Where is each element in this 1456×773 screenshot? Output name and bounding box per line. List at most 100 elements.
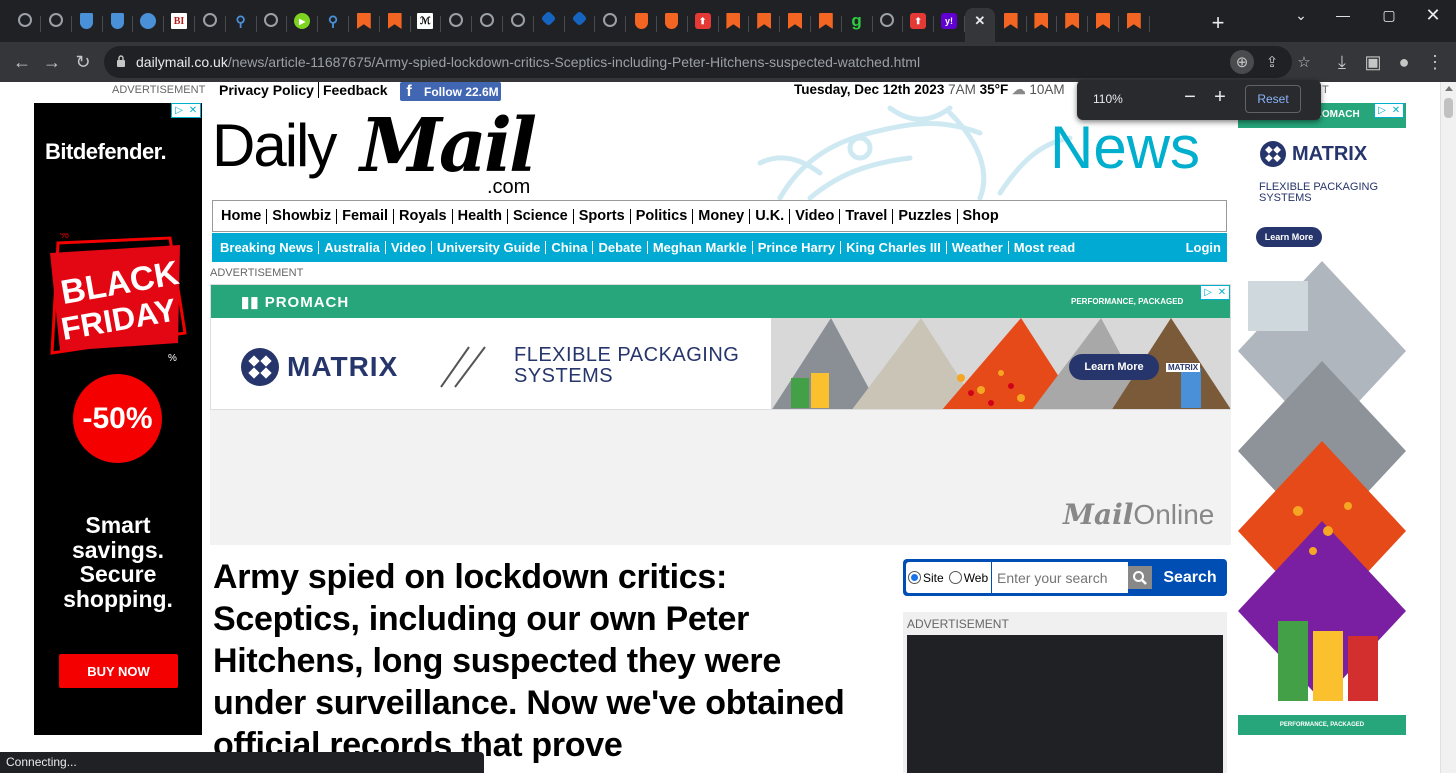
scroll-up-icon[interactable] <box>1445 86 1453 91</box>
sidebar-ad-video[interactable] <box>907 635 1223 773</box>
browser-tab[interactable] <box>441 8 473 42</box>
browser-tab[interactable] <box>1119 8 1150 42</box>
search-icon[interactable] <box>1128 566 1152 589</box>
zoom-icon[interactable]: ⊕ <box>1230 50 1254 74</box>
feedback-link[interactable]: Feedback <box>323 82 388 98</box>
browser-tab[interactable] <box>380 8 411 42</box>
share-icon[interactable]: ⇪ <box>1260 50 1284 74</box>
browser-tab[interactable] <box>72 8 103 42</box>
tab-search-chevron-icon[interactable]: ⌄ <box>1278 0 1324 30</box>
sub-nav-item[interactable]: Weather <box>947 241 1009 254</box>
sub-nav-item[interactable]: University Guide <box>432 241 547 254</box>
main-nav-item[interactable]: Showbiz <box>267 208 338 224</box>
browser-tab[interactable] <box>1026 8 1058 42</box>
main-nav-item[interactable]: Health <box>453 208 508 224</box>
browser-tab[interactable] <box>811 8 842 42</box>
side-panel-icon[interactable]: ▣ <box>1361 50 1385 74</box>
browser-tab[interactable]: ✕ <box>964 8 995 42</box>
learn-more-button[interactable]: Learn More <box>1069 354 1159 380</box>
browser-tab[interactable] <box>657 8 688 42</box>
browser-tab[interactable] <box>595 8 627 42</box>
main-nav-item[interactable]: Femail <box>337 208 395 224</box>
browser-tab[interactable] <box>718 8 750 42</box>
privacy-policy-link[interactable]: Privacy Policy <box>219 82 314 98</box>
browser-tab[interactable] <box>780 8 811 42</box>
zoom-in-button[interactable]: + <box>1208 86 1232 109</box>
maximize-button[interactable]: ▢ <box>1366 0 1412 30</box>
download-icon[interactable]: ⤓ <box>1330 50 1354 74</box>
web-radio[interactable] <box>948 571 962 584</box>
sub-nav-item[interactable]: Debate <box>593 241 648 254</box>
profile-avatar-icon[interactable]: ● <box>1392 50 1416 74</box>
promach-skyscraper-ad[interactable]: PROMACH ▷ ✕ MATRIX FLEXIBLE PACKAGING SYS… <box>1238 103 1406 735</box>
browser-tab[interactable]: ▶ <box>287 8 319 42</box>
sub-nav-item[interactable]: Meghan Markle <box>648 241 753 254</box>
site-radio[interactable] <box>908 571 921 584</box>
menu-kebab-icon[interactable]: ⋮ <box>1423 50 1447 74</box>
zoom-out-button[interactable]: − <box>1178 86 1202 109</box>
browser-tab[interactable]: ℳ <box>410 8 442 42</box>
browser-tab[interactable] <box>349 8 380 42</box>
learn-more-button-small[interactable]: Learn More <box>1256 227 1322 247</box>
search-input[interactable] <box>992 562 1128 593</box>
vertical-scrollbar[interactable] <box>1440 82 1456 773</box>
main-nav-item[interactable]: Home <box>216 208 268 224</box>
browser-tab[interactable] <box>564 8 596 42</box>
close-window-button[interactable]: ✕ <box>1410 0 1456 30</box>
browser-tab[interactable] <box>10 8 41 42</box>
browser-tab[interactable] <box>41 8 72 42</box>
sub-nav-item[interactable]: Prince Harry <box>753 241 842 254</box>
browser-tab[interactable]: BI <box>164 8 195 42</box>
browser-tab[interactable] <box>626 8 657 42</box>
scrollbar-thumb[interactable] <box>1444 98 1453 118</box>
browser-tab[interactable] <box>749 8 781 42</box>
reload-button[interactable]: ↻ <box>71 50 95 74</box>
address-bar[interactable]: dailymail.co.uk/news/article-11687675/Ar… <box>104 46 1311 78</box>
buy-now-button[interactable]: BUY NOW <box>59 654 178 688</box>
browser-tab[interactable] <box>256 8 288 42</box>
browser-tab[interactable] <box>133 8 165 42</box>
main-nav-item[interactable]: Science <box>508 208 574 224</box>
facebook-follow-button[interactable]: f Follow 22.6M <box>400 82 501 101</box>
sub-nav-item[interactable]: Most read <box>1009 241 1080 254</box>
sub-nav-item[interactable]: Australia <box>319 241 386 254</box>
browser-tab[interactable]: ⬆ <box>903 8 935 42</box>
bookmark-star-icon[interactable]: ☆ <box>1292 50 1316 74</box>
browser-tab[interactable]: g <box>842 8 873 42</box>
promach-leaderboard-ad[interactable]: ▮▮ PROMACH PERFORMANCE, PACKAGED ▷ ✕ MATR… <box>210 284 1231 410</box>
sub-nav-item[interactable]: Breaking News <box>215 241 320 254</box>
browser-tab[interactable] <box>1088 8 1119 42</box>
browser-tab[interactable] <box>503 8 534 42</box>
browser-tab[interactable] <box>534 8 565 42</box>
bitdefender-ad[interactable]: ▷ ✕ Bitdefender. % % BLACK FRIDAY -50% Sm… <box>34 103 202 735</box>
sub-nav-item[interactable]: King Charles III <box>841 241 947 254</box>
logo-daily[interactable]: Daily <box>212 111 337 180</box>
forward-button[interactable]: → <box>40 50 64 74</box>
sub-nav-item[interactable]: Video <box>386 241 433 254</box>
new-tab-button[interactable]: + <box>1204 9 1232 37</box>
browser-tab[interactable]: ⬆ <box>688 8 719 42</box>
main-nav-item[interactable]: Travel <box>840 208 894 224</box>
browser-tab[interactable] <box>1057 8 1089 42</box>
main-nav-item[interactable]: Sports <box>574 208 631 224</box>
main-nav-item[interactable]: Politics <box>631 208 694 224</box>
login-link[interactable]: Login <box>1186 240 1221 255</box>
browser-tab[interactable]: y! <box>934 8 965 42</box>
adchoices-icon[interactable]: ▷ ✕ <box>1200 285 1230 300</box>
sub-nav-item[interactable]: China <box>546 241 594 254</box>
main-nav-item[interactable]: Money <box>693 208 751 224</box>
browser-tab[interactable] <box>872 8 904 42</box>
main-nav-item[interactable]: U.K. <box>750 208 791 224</box>
adchoices-icon[interactable]: ▷ ✕ <box>171 103 201 118</box>
main-nav-item[interactable]: Royals <box>394 208 453 224</box>
browser-tab[interactable]: ⚲ <box>226 8 257 42</box>
browser-tab[interactable]: ⚲ <box>318 8 349 42</box>
minimize-button[interactable]: — <box>1320 0 1366 30</box>
adchoices-icon[interactable]: ▷ ✕ <box>1374 103 1404 118</box>
browser-tab[interactable] <box>996 8 1027 42</box>
browser-tab[interactable] <box>472 8 503 42</box>
zoom-reset-button[interactable]: Reset <box>1245 85 1301 113</box>
browser-tab[interactable] <box>195 8 226 42</box>
back-button[interactable]: ← <box>10 50 34 74</box>
search-button[interactable]: Search <box>1155 562 1225 593</box>
